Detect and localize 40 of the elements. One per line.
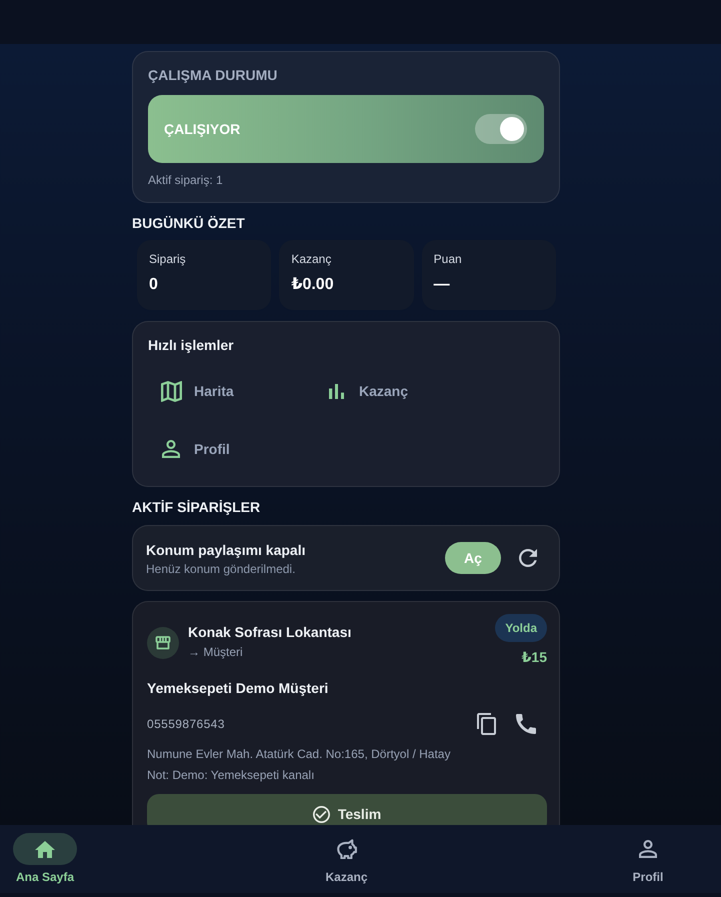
toggle-switch[interactable] [475,114,527,144]
deliver-button[interactable]: Teslim [147,794,547,825]
card-title: ÇALIŞMA DURUMU [148,66,278,85]
nav-tab[interactable]: Kazanç [302,825,392,893]
quick-action[interactable]: Profil [148,426,313,472]
quick-action[interactable]: Harita [148,368,313,414]
phone-number: 05559876543 [147,716,225,732]
restaurant-name: Konak Sofrası Lokantası [188,623,352,642]
stat-label: Kazanç [291,251,332,267]
quick-action[interactable]: Kazanç [313,368,478,414]
nav-tab[interactable]: Ana Sayfa [0,825,90,893]
stat-label: Puan [434,251,462,267]
status-label: ÇALIŞIYOR [164,120,240,139]
stat-value: ₺0.00 [291,275,334,295]
stat-label: Sipariş [149,251,186,267]
order-price: ₺15 [522,648,547,667]
map-icon [160,380,182,402]
section-title: AKTİF SİPARİŞLER [132,498,260,517]
card-title: Hızlı işlemler [148,336,234,355]
active-order-count: Aktif sipariş: 1 [148,172,223,188]
person-icon [639,840,657,858]
customer-name: Yemeksepeti Demo Müşteri [147,679,328,698]
bar-chart-icon [328,384,344,398]
nav-tab[interactable]: Profil [603,825,693,893]
location-status-title: Konum paylaşımı kapalı [146,540,306,560]
section-title: BUGÜNKÜ ÖZET [132,214,245,233]
copy-icon[interactable] [477,713,496,735]
delivery-address: Numune Evler Mah. Atatürk Cad. No:165, Dörtyol / Hatay [147,746,450,762]
piggy-bank-icon [336,839,357,859]
location-status-text: Henüz konum gönderilmedi. [146,560,296,576]
order-status-badge: Yolda [495,614,547,642]
stat-value: — [434,275,450,295]
route-text: → Müşteri [188,644,243,660]
person-icon [162,440,180,458]
home-icon [35,840,55,858]
order-note: Not: Demo: Yemeksepeti kanalı [147,767,314,783]
store-icon [147,627,179,659]
phone-icon[interactable] [516,714,536,734]
refresh-icon[interactable] [519,549,537,567]
stat-value: 0 [149,275,158,295]
